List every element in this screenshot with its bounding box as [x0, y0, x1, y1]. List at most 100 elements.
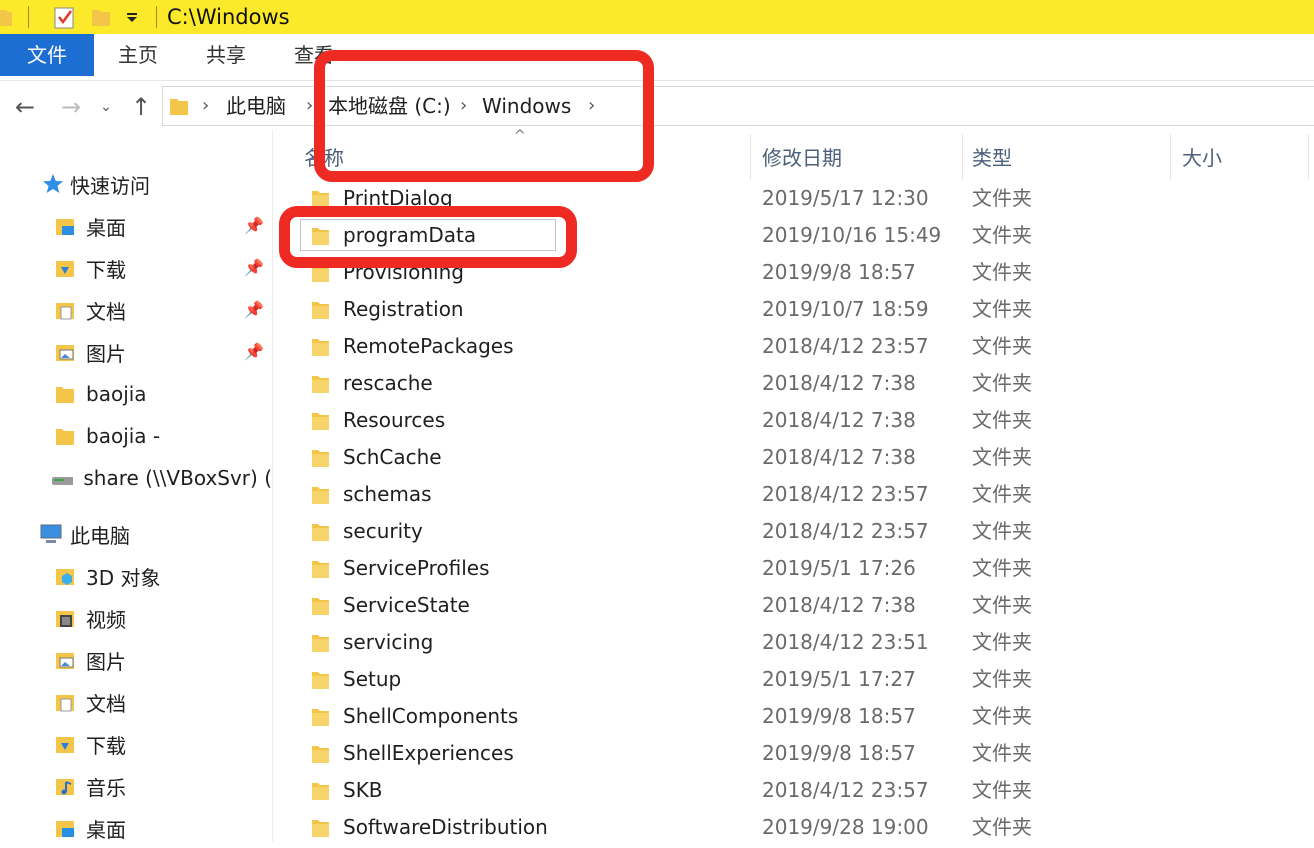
- file-modified-date: 2018/4/12 23:51: [762, 630, 929, 654]
- file-modified-date: 2018/4/12 7:38: [762, 371, 916, 395]
- column-divider[interactable]: [750, 134, 751, 180]
- column-divider[interactable]: [1170, 134, 1171, 180]
- back-button[interactable]: ←: [10, 90, 40, 124]
- sidebar-item-label: 下载: [86, 733, 126, 758]
- folder-icon: [312, 339, 329, 356]
- sidebar-item-label: 图片: [86, 649, 126, 674]
- tab-home[interactable]: 主页: [104, 34, 172, 76]
- chevron-right-icon[interactable]: ›: [202, 92, 209, 120]
- sidebar-item-quick-4[interactable]: baojia: [56, 374, 272, 414]
- sidebar-this-pc[interactable]: 此电脑: [40, 514, 130, 554]
- sidebar-item-pc-6[interactable]: 桌面: [56, 808, 126, 848]
- file-type: 文件夹: [972, 741, 1032, 765]
- file-modified-date: 2019/9/8 18:57: [762, 704, 916, 728]
- file-type: 文件夹: [972, 408, 1032, 432]
- file-row[interactable]: ServiceProfiles 2019/5/1 17:26 文件夹: [296, 550, 1314, 587]
- file-modified-date: 2019/9/8 18:57: [762, 260, 916, 284]
- sidebar-item-label: 快速访问: [70, 173, 150, 198]
- file-type: 文件夹: [972, 519, 1032, 543]
- file-modified-date: 2019/10/16 15:49: [762, 223, 942, 247]
- desktop-folder-icon: [56, 821, 74, 837]
- file-row[interactable]: ShellExperiences 2019/9/8 18:57 文件夹: [296, 735, 1314, 772]
- file-modified-date: 2019/5/1 17:27: [762, 667, 916, 691]
- file-modified-date: 2019/5/1 17:26: [762, 556, 916, 580]
- file-row[interactable]: rescache 2018/4/12 7:38 文件夹: [296, 365, 1314, 402]
- forward-button[interactable]: →: [56, 90, 86, 124]
- folder-icon: [56, 429, 74, 445]
- file-name: servicing: [343, 630, 434, 654]
- sidebar-item-label: baojia -: [86, 424, 161, 448]
- file-name: ServiceProfiles: [343, 556, 490, 580]
- recent-locations-button[interactable]: ⌄: [96, 90, 116, 124]
- documents-folder-icon: [56, 303, 74, 320]
- pane-divider[interactable]: [272, 130, 273, 842]
- sidebar-item-pc-4[interactable]: 下载: [56, 724, 126, 764]
- file-type: 文件夹: [972, 556, 1032, 580]
- sidebar-item-label: 桌面: [86, 215, 126, 240]
- pin-icon[interactable]: 📌: [244, 248, 264, 288]
- sidebar-quick-access[interactable]: 快速访问: [42, 164, 150, 204]
- file-type: 文件夹: [972, 223, 1032, 247]
- sidebar-item-label: 文档: [86, 691, 126, 716]
- sidebar-item-quick-3[interactable]: 图片: [56, 332, 272, 372]
- file-type: 文件夹: [972, 297, 1032, 321]
- file-row[interactable]: Setup 2019/5/1 17:27 文件夹: [296, 661, 1314, 698]
- sidebar-item-quick-1[interactable]: 下载: [56, 248, 272, 288]
- pin-icon[interactable]: 📌: [244, 332, 264, 372]
- file-row[interactable]: servicing 2018/4/12 23:51 文件夹: [296, 624, 1314, 661]
- sidebar-item-label: baojia: [86, 382, 147, 406]
- file-row[interactable]: SKB 2018/4/12 23:57 文件夹: [296, 772, 1314, 809]
- pictures-folder-icon: [56, 653, 74, 669]
- sidebar-item-pc-2[interactable]: 图片: [56, 640, 126, 680]
- separator: [28, 6, 29, 28]
- file-row[interactable]: ServiceState 2018/4/12 7:38 文件夹: [296, 587, 1314, 624]
- column-divider[interactable]: [962, 134, 963, 180]
- sidebar-item-pc-0[interactable]: 3D 对象: [56, 556, 160, 596]
- file-row[interactable]: SoftwareDistribution 2019/9/28 19:00 文件夹: [296, 809, 1314, 846]
- file-row[interactable]: security 2018/4/12 23:57 文件夹: [296, 513, 1314, 550]
- file-row[interactable]: SchCache 2018/4/12 7:38 文件夹: [296, 439, 1314, 476]
- properties-icon[interactable]: [54, 5, 76, 29]
- new-folder-icon[interactable]: [92, 7, 110, 27]
- sidebar-item-quick-0[interactable]: 桌面: [56, 206, 272, 246]
- sidebar-item-label: 桌面: [86, 817, 126, 842]
- file-row[interactable]: schemas 2018/4/12 23:57 文件夹: [296, 476, 1314, 513]
- column-header-date[interactable]: 修改日期: [762, 140, 842, 176]
- column-header-type[interactable]: 类型: [972, 140, 1012, 176]
- folder-icon: [170, 99, 188, 115]
- file-row[interactable]: Registration 2019/10/7 18:59 文件夹: [296, 291, 1314, 328]
- chevron-down-icon: ⌄: [100, 99, 112, 115]
- music-folder-icon: [56, 779, 74, 795]
- file-row[interactable]: RemotePackages 2018/4/12 23:57 文件夹: [296, 328, 1314, 365]
- chevron-right-icon[interactable]: ›: [306, 92, 313, 120]
- tab-share[interactable]: 共享: [192, 34, 260, 76]
- customize-toolbar-dropdown-icon[interactable]: [126, 13, 138, 23]
- column-divider[interactable]: [1308, 134, 1309, 180]
- tab-file[interactable]: 文件: [0, 34, 94, 76]
- pin-icon[interactable]: 📌: [244, 206, 264, 246]
- folder-icon: [312, 672, 329, 689]
- sidebar-item-quick-2[interactable]: 文档: [56, 290, 272, 330]
- documents-folder-icon: [56, 695, 74, 712]
- navigation-pane: 快速访问 桌面 📌 下载 📌 文档 📌 图片 📌 baojia baojia - share (\\V…: [0, 130, 272, 842]
- file-row[interactable]: Resources 2018/4/12 7:38 文件夹: [296, 402, 1314, 439]
- sidebar-item-quick-5[interactable]: baojia -: [56, 416, 272, 456]
- folder-icon: [312, 746, 329, 763]
- file-row[interactable]: ShellComponents 2019/9/8 18:57 文件夹: [296, 698, 1314, 735]
- breadcrumb-this-pc[interactable]: 此电脑: [226, 92, 286, 120]
- sidebar-item-label: 视频: [86, 607, 126, 632]
- pin-icon[interactable]: 📌: [244, 290, 264, 330]
- folder-icon: [312, 487, 329, 504]
- file-modified-date: 2018/4/12 7:38: [762, 408, 916, 432]
- sidebar-item-pc-3[interactable]: 文档: [56, 682, 126, 722]
- sidebar-item-quick-6[interactable]: share (\\VBoxSvr) (: [52, 458, 272, 498]
- column-header-size[interactable]: 大小: [1182, 140, 1222, 176]
- sidebar-item-pc-5[interactable]: 音乐: [56, 766, 126, 806]
- file-name: RemotePackages: [343, 334, 514, 358]
- network-drive-icon: [52, 477, 74, 485]
- sidebar-item-pc-1[interactable]: 视频: [56, 598, 126, 638]
- file-name: rescache: [343, 371, 433, 395]
- folder-icon[interactable]: [0, 7, 12, 27]
- file-name: schemas: [343, 482, 432, 506]
- up-button[interactable]: ↑: [126, 90, 156, 124]
